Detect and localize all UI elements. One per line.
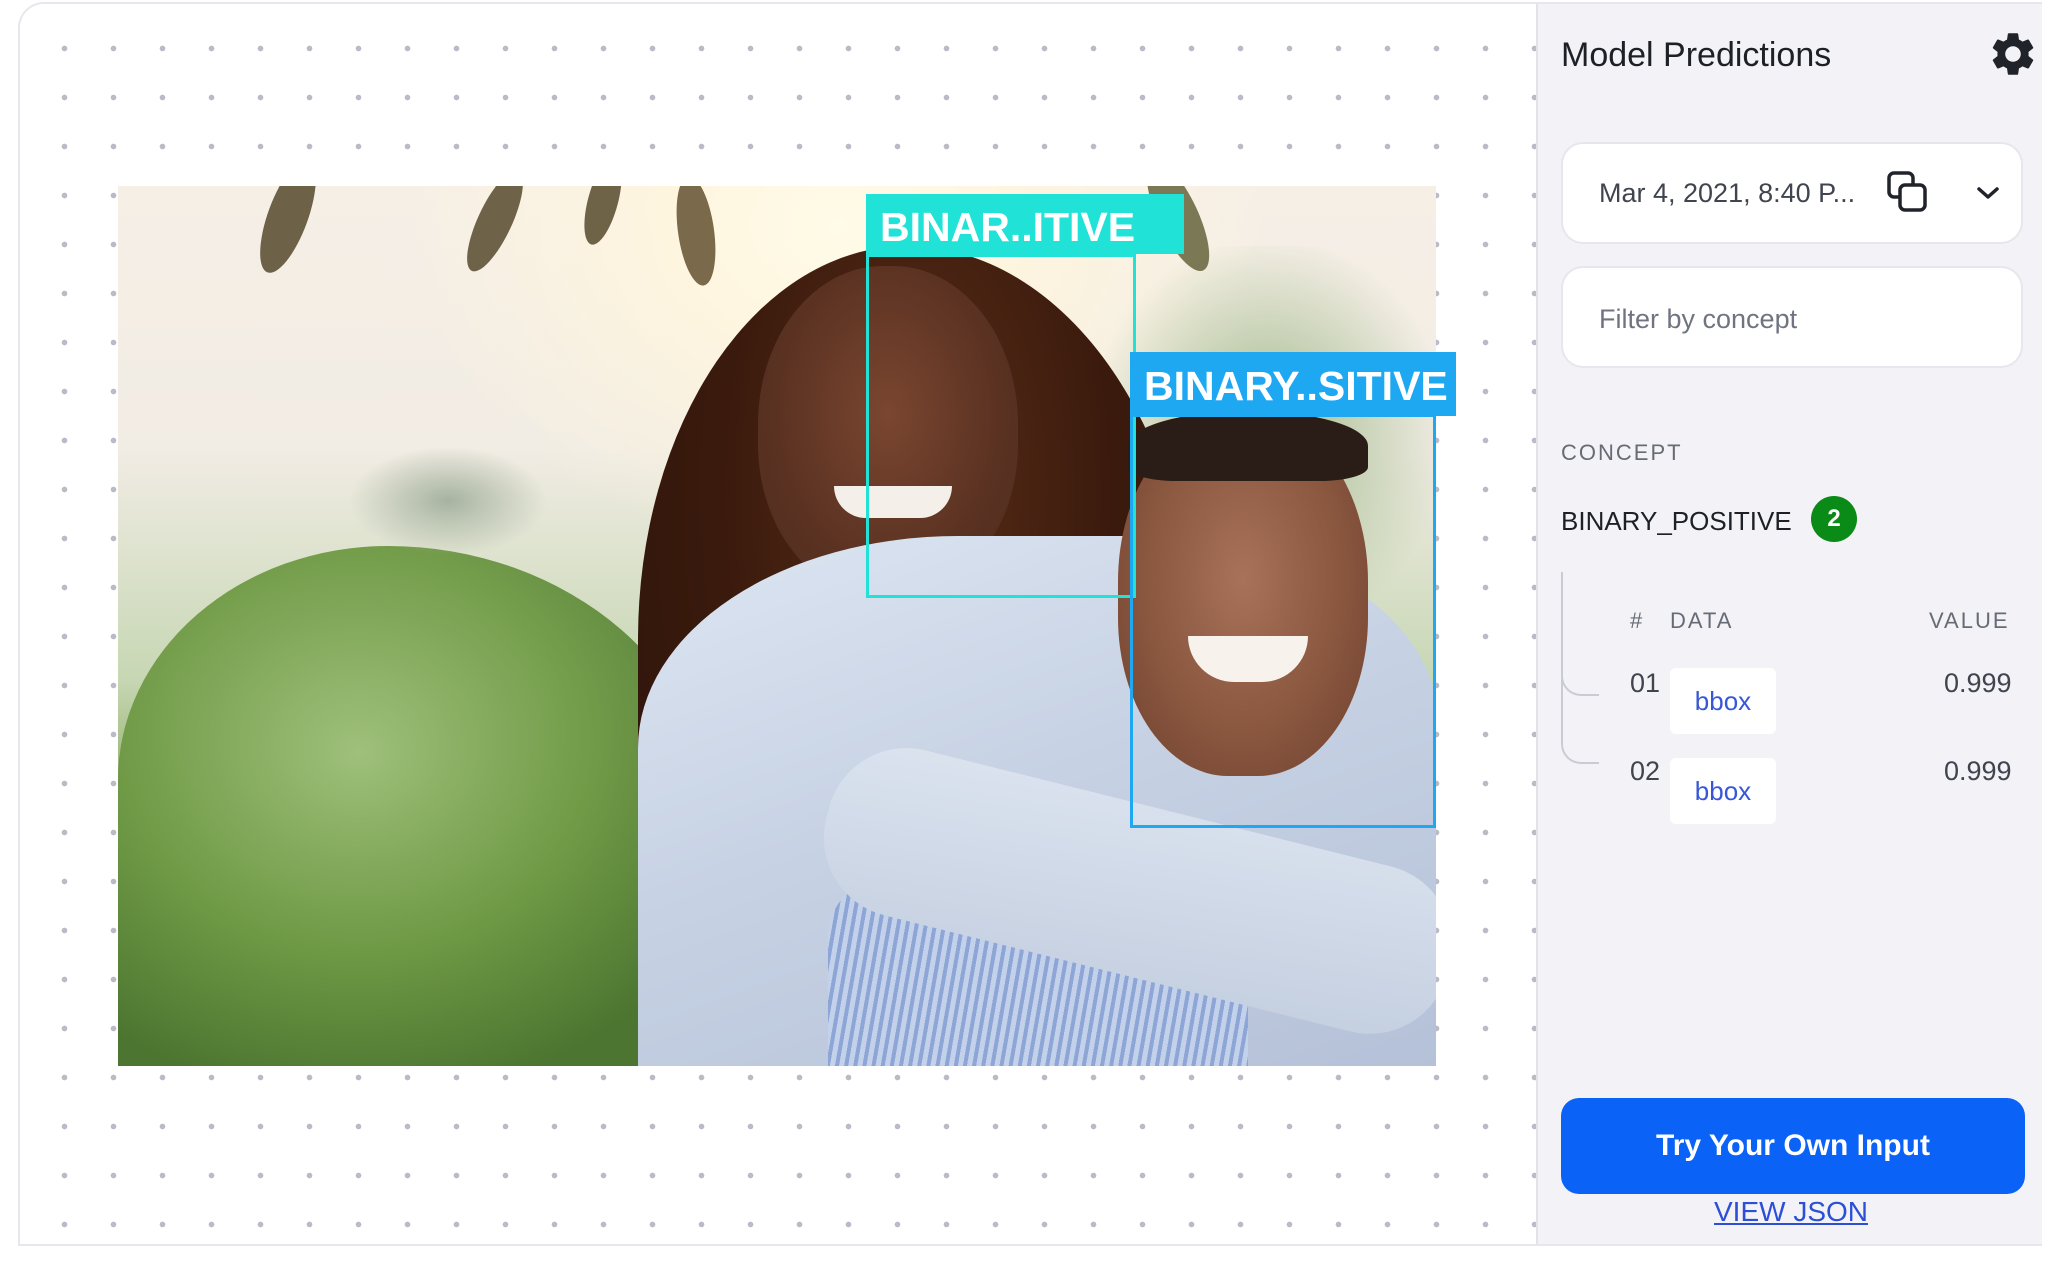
bbox-data-button[interactable]: bbox xyxy=(1670,758,1776,824)
try-your-own-input-button[interactable]: Try Your Own Input xyxy=(1561,1098,2025,1194)
row-value: 0.999 xyxy=(1944,668,2012,698)
bbox-data-button[interactable]: bbox xyxy=(1670,668,1776,734)
tree-branch xyxy=(1561,690,1599,764)
detection-box-2[interactable] xyxy=(1130,414,1436,828)
detection-label-2: BINARY..SITIVE xyxy=(1130,352,1456,416)
workspace-frame: BINAR..ITIVE BINARY..SITIVE Model Predic… xyxy=(18,2,2042,1244)
view-json-link[interactable]: VIEW JSON xyxy=(1538,1196,2042,1228)
row-number: 02 xyxy=(1630,756,1661,786)
copy-icon[interactable] xyxy=(1883,168,1933,218)
column-header-data: DATA xyxy=(1670,608,1734,633)
column-header-num: # xyxy=(1630,608,1645,633)
detection-box-1[interactable] xyxy=(866,254,1136,598)
detection-label-1: BINAR..ITIVE xyxy=(866,194,1184,254)
concept-name[interactable]: BINARY_POSITIVE xyxy=(1561,506,1792,537)
bottom-divider xyxy=(18,1244,2042,1270)
concept-filter[interactable] xyxy=(1561,266,2023,368)
predictions-panel: Model Predictions Mar 4, 2021, 8:40 P... xyxy=(1536,4,2042,1244)
image-canvas[interactable]: BINAR..ITIVE BINARY..SITIVE xyxy=(20,4,1536,1244)
row-value: 0.999 xyxy=(1944,756,2012,786)
column-header-value: VALUE xyxy=(1929,608,2010,633)
concept-count-badge: 2 xyxy=(1811,496,1857,542)
model-version-select[interactable]: Mar 4, 2021, 8:40 P... xyxy=(1561,142,2023,244)
concept-filter-input[interactable] xyxy=(1597,298,2001,340)
model-version-value: Mar 4, 2021, 8:40 P... xyxy=(1599,178,1856,208)
row-number: 01 xyxy=(1630,668,1661,698)
gear-icon[interactable] xyxy=(1987,28,2039,80)
concept-heading: CONCEPT xyxy=(1561,440,1683,465)
chevron-down-icon[interactable] xyxy=(1973,178,2003,208)
panel-title: Model Predictions xyxy=(1561,36,1832,74)
